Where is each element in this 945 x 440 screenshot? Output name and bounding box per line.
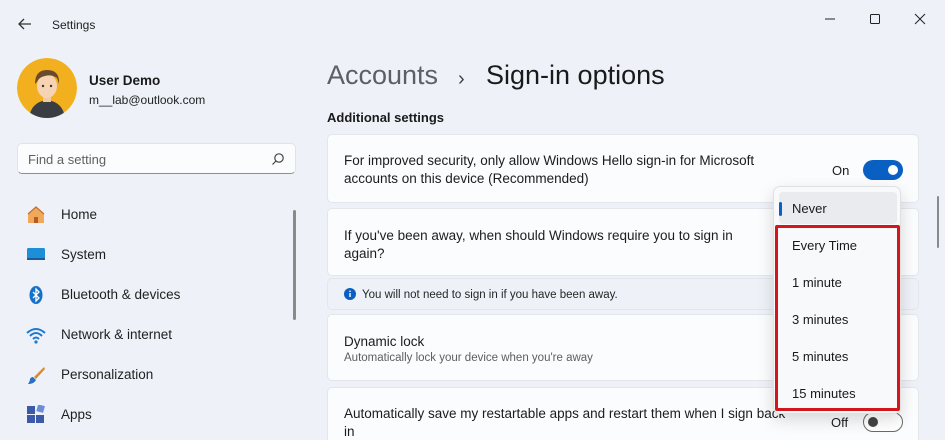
maximize-button[interactable]	[864, 8, 886, 30]
minimize-button[interactable]	[819, 8, 841, 30]
sidebar-nav: Home System Bluetooth & devices Network …	[16, 195, 286, 435]
title-bar: Settings	[0, 0, 945, 48]
sidebar-item-label: Network & internet	[61, 327, 173, 342]
sidebar-item-label: Bluetooth & devices	[61, 287, 181, 302]
search-icon	[272, 153, 284, 165]
dropdown-option-label: 1 minute	[792, 275, 842, 290]
bluetooth-icon	[29, 286, 43, 304]
toggle-state-label: Off	[831, 415, 849, 430]
sidebar-item-system[interactable]: System	[16, 235, 286, 275]
chevron-right-icon: ›	[458, 68, 465, 90]
restart-apps-toggle[interactable]	[863, 412, 903, 432]
dropdown-option-1-minute[interactable]: 1 minute	[779, 266, 897, 298]
breadcrumb-parent-link[interactable]: Accounts	[327, 60, 438, 91]
brush-icon	[28, 367, 45, 384]
sidebar-item-label: Apps	[61, 407, 92, 422]
setting-description-line2: in	[344, 424, 355, 439]
close-button[interactable]	[909, 8, 931, 30]
hello-only-toggle[interactable]	[863, 160, 903, 180]
dropdown-option-5-minutes[interactable]: 5 minutes	[779, 340, 897, 372]
maximize-icon	[870, 14, 880, 24]
selection-indicator	[779, 202, 782, 216]
sidebar-item-apps[interactable]: Apps	[16, 395, 286, 435]
sidebar-scrollbar[interactable]	[293, 210, 296, 320]
dropdown-option-label: Never	[792, 201, 827, 216]
sidebar-item-bluetooth[interactable]: Bluetooth & devices	[16, 275, 286, 315]
sidebar-item-personalization[interactable]: Personalization	[16, 355, 286, 395]
section-title: Additional settings	[327, 110, 444, 125]
app-title: Settings	[52, 18, 96, 32]
search-placeholder: Find a setting	[28, 152, 107, 167]
sidebar-item-label: Personalization	[61, 367, 154, 382]
search-input[interactable]: Find a setting	[17, 143, 296, 174]
content-scrollbar[interactable]	[937, 196, 939, 248]
user-avatar-icon	[17, 58, 77, 118]
dropdown-option-label: 3 minutes	[792, 312, 849, 327]
setting-description-line1: If you've been away, when should Windows…	[344, 228, 733, 243]
back-button[interactable]	[14, 13, 36, 35]
dropdown-option-every-time[interactable]: Every Time	[779, 229, 897, 261]
dropdown-option-3-minutes[interactable]: 3 minutes	[779, 303, 897, 335]
sidebar-item-network[interactable]: Network & internet	[16, 315, 286, 355]
dropdown-option-never[interactable]: Never	[779, 192, 897, 224]
user-name: User Demo	[89, 73, 161, 88]
setting-description-line2: accounts on this device (Recommended)	[344, 171, 589, 186]
toggle-knob	[888, 165, 898, 175]
minimize-icon	[825, 18, 835, 20]
info-icon	[344, 288, 356, 300]
signin-timeout-dropdown: Never Every Time 1 minute 3 minutes 5 mi…	[773, 186, 901, 414]
close-icon	[914, 13, 926, 25]
toggle-knob	[868, 417, 878, 427]
back-arrow-icon	[18, 18, 31, 30]
toggle-state-label: On	[832, 163, 850, 178]
sidebar-item-label: Home	[61, 207, 98, 222]
page-title: Sign-in options	[486, 60, 665, 90]
apps-icon	[27, 405, 45, 423]
dropdown-option-label: 15 minutes	[792, 386, 856, 401]
home-icon	[27, 206, 45, 223]
sidebar-item-home[interactable]: Home	[16, 195, 286, 235]
dropdown-option-label: 5 minutes	[792, 349, 849, 364]
info-text: You will not need to sign in if you have…	[362, 289, 618, 301]
setting-description-line2: again?	[344, 246, 385, 261]
system-icon	[27, 248, 45, 260]
avatar	[17, 58, 77, 118]
setting-description-line1: Automatically save my restartable apps a…	[344, 406, 786, 421]
sidebar-item-label: System	[61, 247, 107, 262]
setting-title: Dynamic lock	[344, 334, 425, 349]
wifi-icon	[26, 328, 46, 344]
user-email: m__lab@outlook.com	[89, 93, 206, 107]
setting-description-line1: For improved security, only allow Window…	[344, 153, 755, 168]
dropdown-option-label: Every Time	[792, 238, 858, 253]
setting-subtitle: Automatically lock your device when you'…	[344, 352, 593, 364]
dropdown-option-15-minutes[interactable]: 15 minutes	[779, 377, 897, 409]
